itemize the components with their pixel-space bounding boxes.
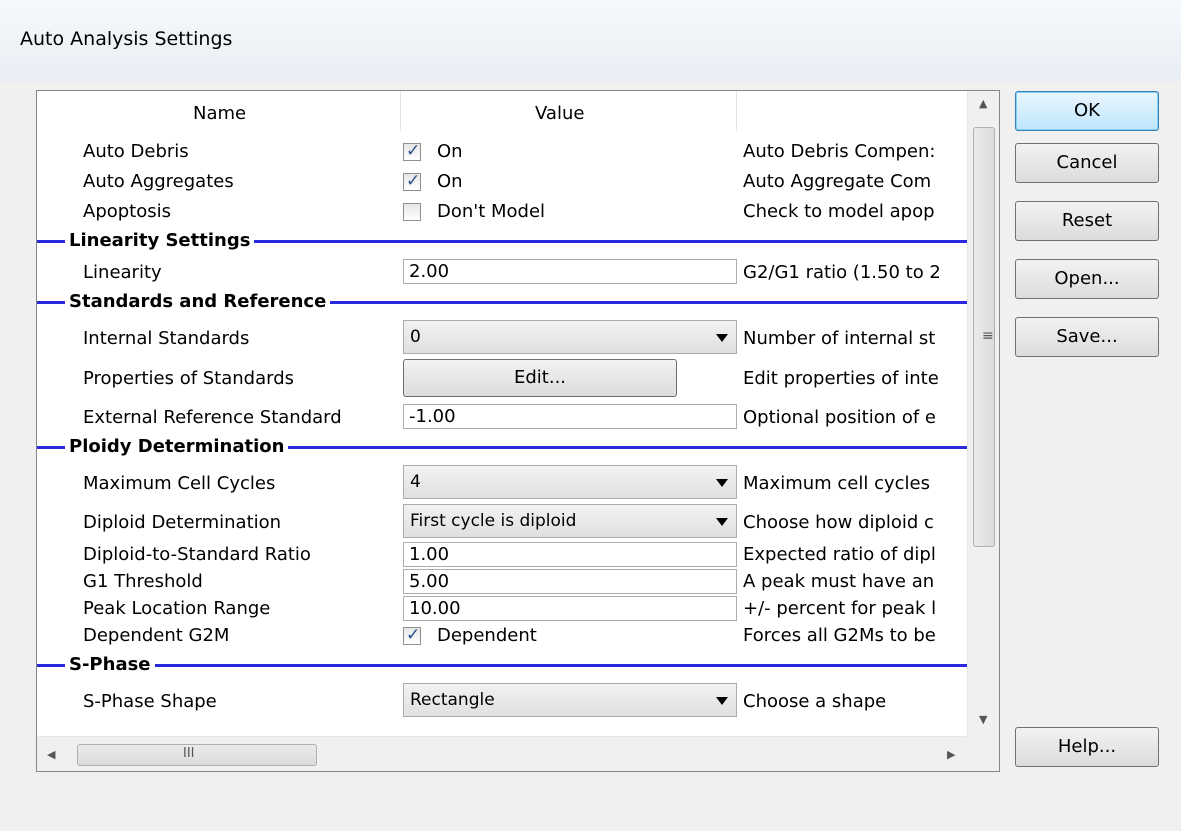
scroll-left-arrow-icon[interactable]: ◀ (47, 748, 55, 761)
dependent-g2m-checkbox[interactable] (403, 625, 421, 645)
max-cell-cycles-dropdown[interactable]: 4 (403, 465, 737, 499)
column-header-value[interactable]: Value (535, 103, 584, 124)
checkbox-label: On (437, 171, 463, 192)
row-name: Properties of Standards (83, 368, 295, 389)
open-button[interactable]: Open... (1015, 259, 1159, 299)
checkbox-label: Dependent (437, 625, 537, 646)
settings-grid: Name Value Auto Debris On Auto Debris Co… (37, 91, 967, 736)
row-description: Edit properties of inte (743, 368, 939, 389)
horizontal-scrollbar[interactable]: ◀ III ▶ (37, 736, 967, 771)
vertical-scroll-thumb[interactable]: ≡ (973, 127, 995, 547)
row-name: Auto Aggregates (83, 171, 234, 192)
linearity-input[interactable]: 2.00 (403, 259, 737, 284)
auto-analysis-dialog: Auto Analysis Settings Name Value Auto D… (0, 0, 1181, 831)
diploid-determination-dropdown[interactable]: First cycle is diploid (403, 504, 737, 538)
column-header-name[interactable]: Name (193, 103, 246, 124)
dropdown-value: Rectangle (410, 690, 495, 710)
grip-icon: ≡ (982, 328, 994, 344)
row-description: Auto Debris Compen: (743, 141, 936, 162)
horizontal-scroll-thumb[interactable]: III (77, 744, 317, 766)
peak-location-range-input[interactable]: 10.00 (403, 596, 737, 621)
row-name: External Reference Standard (83, 407, 342, 428)
row-description: Expected ratio of dipl (743, 544, 936, 565)
s-phase-shape-dropdown[interactable]: Rectangle (403, 683, 737, 717)
row-name: Dependent G2M (83, 625, 230, 646)
section-linearity-settings: Linearity Settings (37, 229, 967, 253)
g1-threshold-input[interactable]: 5.00 (403, 569, 737, 594)
scroll-up-arrow-icon[interactable]: ▲ (979, 97, 987, 110)
dropdown-value: First cycle is diploid (410, 511, 577, 531)
diploid-standard-ratio-input[interactable]: 1.00 (403, 542, 737, 567)
grip-icon: III (183, 746, 195, 761)
section-standards-reference: Standards and Reference (37, 290, 967, 314)
ok-button[interactable]: OK (1015, 91, 1159, 131)
row-description: +/- percent for peak l (743, 598, 937, 619)
row-description: Forces all G2Ms to be (743, 625, 936, 646)
row-description: Optional position of e (743, 407, 936, 428)
column-separator[interactable] (400, 91, 401, 131)
internal-standards-dropdown[interactable]: 0 (403, 320, 737, 354)
dropdown-arrow-icon (716, 518, 728, 526)
section-title: S-Phase (65, 653, 155, 677)
dropdown-arrow-icon (716, 479, 728, 487)
section-title: Standards and Reference (65, 290, 331, 314)
checkbox-label: Don't Model (437, 201, 546, 222)
row-name: S-Phase Shape (83, 691, 217, 712)
dropdown-arrow-icon (716, 697, 728, 705)
row-description: Choose how diploid c (743, 512, 934, 533)
row-name: Linearity (83, 262, 162, 283)
edit-standards-button[interactable]: Edit... (403, 359, 677, 397)
column-separator[interactable] (736, 91, 737, 131)
window-title: Auto Analysis Settings (20, 28, 233, 50)
auto-debris-checkbox[interactable] (403, 141, 421, 161)
help-button[interactable]: Help... (1015, 727, 1159, 767)
row-name: Diploid Determination (83, 512, 282, 533)
section-title: Linearity Settings (65, 229, 255, 253)
row-description: Choose a shape (743, 691, 887, 712)
settings-grid-panel: Name Value Auto Debris On Auto Debris Co… (36, 90, 1000, 772)
checkbox-label: On (437, 141, 463, 162)
dropdown-value: 0 (410, 327, 421, 347)
section-ploidy-determination: Ploidy Determination (37, 435, 967, 459)
section-s-phase: S-Phase (37, 653, 967, 677)
reset-button[interactable]: Reset (1015, 201, 1159, 241)
row-description: Check to model apop (743, 201, 935, 222)
vertical-scrollbar[interactable]: ▲ ≡ ▼ (967, 91, 999, 736)
row-name: G1 Threshold (83, 571, 203, 592)
external-reference-input[interactable]: -1.00 (403, 404, 737, 429)
row-description: G2/G1 ratio (1.50 to 2 (743, 262, 941, 283)
dropdown-value: 4 (410, 472, 421, 492)
row-name: Internal Standards (83, 328, 250, 349)
grid-header: Name Value (37, 91, 967, 131)
row-description: Maximum cell cycles (743, 473, 931, 494)
section-divider (37, 664, 967, 667)
row-name: Auto Debris (83, 141, 189, 162)
dropdown-arrow-icon (716, 334, 728, 342)
scroll-corner (967, 736, 999, 771)
row-name: Peak Location Range (83, 598, 271, 619)
title-bar: Auto Analysis Settings (0, 0, 1181, 82)
auto-aggregates-checkbox[interactable] (403, 171, 421, 191)
row-description: A peak must have an (743, 571, 935, 592)
cancel-button[interactable]: Cancel (1015, 143, 1159, 183)
row-name: Diploid-to-Standard Ratio (83, 544, 311, 565)
save-button[interactable]: Save... (1015, 317, 1159, 357)
apoptosis-checkbox[interactable] (403, 203, 421, 221)
section-title: Ploidy Determination (65, 435, 289, 459)
row-description: Auto Aggregate Com (743, 171, 932, 192)
scroll-down-arrow-icon[interactable]: ▼ (979, 713, 987, 726)
scroll-right-arrow-icon[interactable]: ▶ (947, 748, 955, 761)
row-name: Maximum Cell Cycles (83, 473, 276, 494)
row-name: Apoptosis (83, 201, 172, 222)
row-description: Number of internal st (743, 328, 936, 349)
